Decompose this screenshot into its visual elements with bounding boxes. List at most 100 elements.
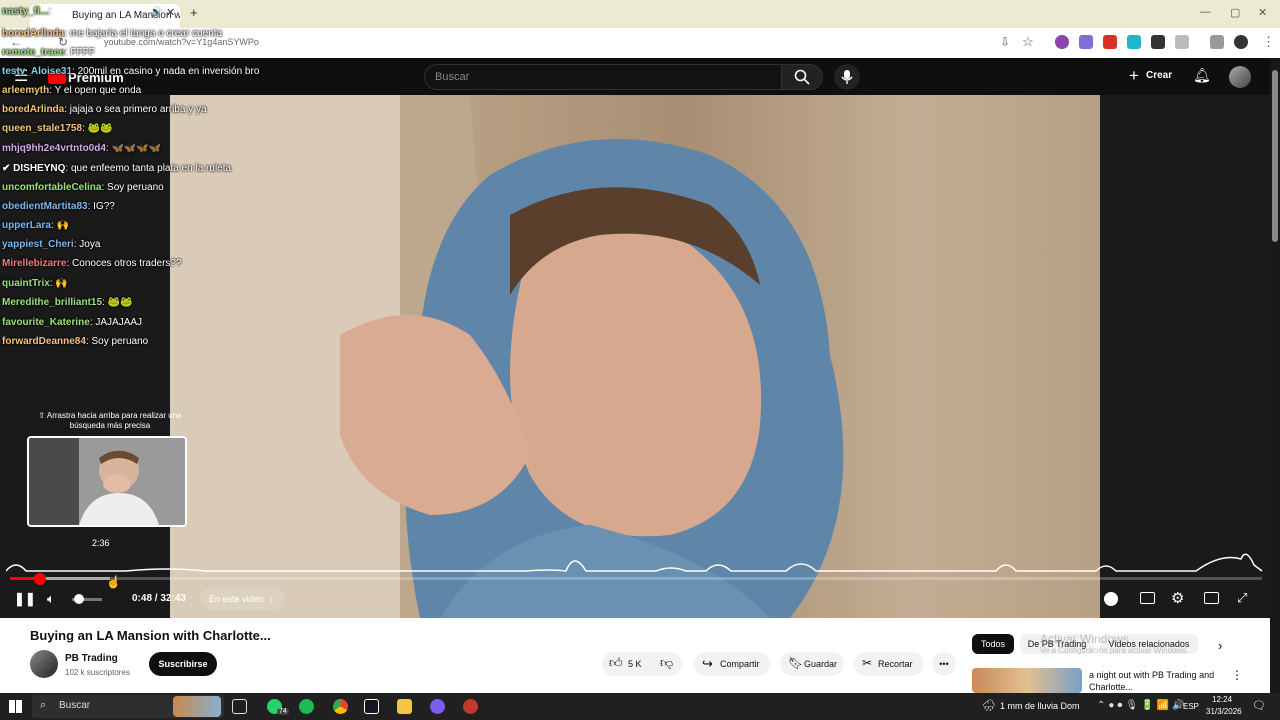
search-icon [794, 69, 810, 85]
chip-all[interactable]: Todos [972, 634, 1014, 654]
back-icon[interactable]: ← [10, 35, 22, 49]
seek-hint: ⇧ Arrastra hacia arriba para realizar un… [38, 411, 182, 430]
windows-start-icon[interactable] [9, 700, 22, 713]
new-tab-icon[interactable]: + [190, 5, 198, 20]
minimize-icon[interactable]: — [1200, 6, 1211, 18]
file-explorer-icon[interactable] [397, 699, 412, 714]
extension-link-icon[interactable] [1127, 35, 1141, 49]
volume-knob[interactable] [74, 594, 84, 604]
fullscreen-icon[interactable]: ⤢ [1237, 590, 1247, 606]
chapters-button[interactable]: En este video › [200, 588, 284, 610]
save-button[interactable]: 🔖︎ Guardar [780, 652, 844, 676]
create-button[interactable]: + Crear [1124, 65, 1180, 89]
clock-date[interactable]: 31/3/2026 [1206, 707, 1242, 716]
extension-box-icon[interactable] [1151, 35, 1165, 49]
chapters-label: En este video [209, 594, 264, 604]
notifications-bell-icon[interactable]: 🔔︎ [1193, 67, 1211, 84]
video-content [170, 95, 844, 618]
clock-time[interactable]: 12:24 [1212, 695, 1232, 704]
audio-icon[interactable]: 🔊 [150, 7, 162, 18]
system-tray-icons[interactable]: ⌃●⏺🎙🔋📶🔊 [1097, 700, 1187, 711]
browser-menu-icon[interactable]: ⋮ [1262, 34, 1275, 50]
spotify-icon[interactable] [299, 699, 314, 714]
weather-icon[interactable]: 🌧 [982, 699, 996, 712]
search-icon: ⌕ [40, 699, 47, 711]
watermark-line1: Activar Windows [1040, 632, 1129, 646]
search-button[interactable] [781, 64, 823, 90]
youtube-logo[interactable] [48, 71, 66, 84]
extensions-puzzle-icon[interactable] [1175, 35, 1189, 49]
subscriber-count: 102 k suscriptores [65, 668, 130, 677]
language-indicator[interactable]: ESP [1183, 702, 1199, 711]
bookmark-icon: 🔖︎ [788, 656, 804, 670]
bookmark-star-icon[interactable]: ☆ [1022, 34, 1034, 50]
url-field[interactable]: youtube.com/watch?v=Y1g4anSYWPo [88, 33, 988, 53]
subscribe-button[interactable]: Suscribirse [149, 652, 217, 676]
playlist-icon[interactable] [1210, 35, 1224, 49]
like-count[interactable]: 5 K [628, 659, 642, 669]
seek-preview-thumbnail [27, 436, 187, 527]
task-view-icon[interactable] [232, 699, 247, 714]
search-highlight-image [173, 696, 221, 717]
install-icon[interactable]: ⇩ [1000, 35, 1010, 49]
search-input[interactable]: Buscar [424, 64, 782, 90]
tab-title: Buying an LA Mansion with [72, 10, 180, 21]
share-button[interactable]: ↪ Compartir [694, 652, 770, 676]
extension-shield-icon[interactable] [1055, 35, 1069, 49]
save-label: Guardar [804, 659, 838, 669]
more-icon: ••• [939, 659, 949, 669]
notifications-icon[interactable]: 🗨 [1252, 699, 1266, 712]
menu-icon[interactable]: ☰ [14, 66, 28, 86]
pause-icon[interactable]: ❚❚ [14, 591, 36, 607]
whatsapp-badge: 74 [277, 708, 289, 715]
video-title: Buying an LA Mansion with Charlotte... [30, 628, 271, 643]
browser-tab-bar: Buying an LA Mansion with 🔊 ✕ + — ▢ ✕ [0, 0, 1280, 28]
profile-icon[interactable] [1234, 35, 1248, 49]
tradingview-icon[interactable] [364, 699, 379, 714]
volume-icon[interactable]: 🔈︎ [47, 591, 55, 607]
more-actions-button[interactable]: ••• [932, 652, 956, 676]
close-window-icon[interactable]: ✕ [1258, 6, 1267, 19]
chevron-right-icon: › [270, 594, 274, 604]
preview-image [29, 438, 185, 525]
microphone-icon [841, 70, 853, 84]
channel-name[interactable]: PB Trading [65, 653, 118, 664]
channel-avatar[interactable] [30, 650, 58, 678]
app-icon[interactable] [463, 699, 478, 714]
video-frame[interactable] [170, 95, 1100, 618]
autoplay-toggle-icon[interactable] [1104, 592, 1118, 606]
chrome-icon[interactable] [333, 699, 348, 714]
scissors-icon: ✂ [862, 656, 873, 670]
chat-app-icon[interactable] [430, 699, 445, 714]
settings-gear-icon[interactable]: ⚙ [1171, 589, 1184, 607]
search-placeholder: Buscar [435, 71, 470, 83]
related-video-thumbnail[interactable] [972, 668, 1082, 693]
maximize-icon[interactable]: ▢ [1230, 6, 1240, 19]
close-tab-icon[interactable]: ✕ [166, 6, 175, 19]
related-more-icon[interactable]: ⋮ [1231, 668, 1243, 682]
related-video-title[interactable]: a night out with PB Trading and Charlott… [1089, 669, 1225, 693]
current-time: 0:48 [132, 593, 153, 604]
subtitles-icon[interactable] [1140, 592, 1155, 604]
share-icon: ↪ [702, 656, 713, 671]
progress-bar[interactable] [10, 577, 1262, 580]
taskbar-search-placeholder: Buscar [59, 700, 91, 711]
extension-mail-icon[interactable] [1103, 35, 1117, 49]
progress-scrubber[interactable] [34, 573, 47, 585]
clip-button[interactable]: ✂ Recortar [854, 652, 924, 676]
avatar[interactable] [1229, 66, 1251, 88]
engagement-heatmap [6, 553, 1263, 572]
windows-activation-watermark: Activar Windows Ve a Configuración para … [1040, 632, 1230, 655]
like-icon[interactable]: 👍︎ [609, 655, 623, 671]
weather-text[interactable]: 1 mm de lluvia Dom [1000, 701, 1080, 711]
dislike-icon[interactable]: 👎︎ [660, 655, 673, 671]
extension-wave-icon[interactable] [1079, 35, 1093, 49]
voice-search-button[interactable] [834, 64, 860, 90]
share-label: Compartir [720, 659, 760, 669]
watermark-line2: Ve a Configuración para activar Windows. [1040, 646, 1189, 655]
clip-label: Recortar [878, 659, 913, 669]
miniplayer-icon[interactable] [1204, 592, 1219, 604]
scrollbar-thumb[interactable] [1272, 70, 1278, 242]
reload-icon[interactable]: ↻ [58, 35, 68, 49]
url-text: youtube.com/watch?v=Y1g4anSYWPo [104, 37, 259, 47]
